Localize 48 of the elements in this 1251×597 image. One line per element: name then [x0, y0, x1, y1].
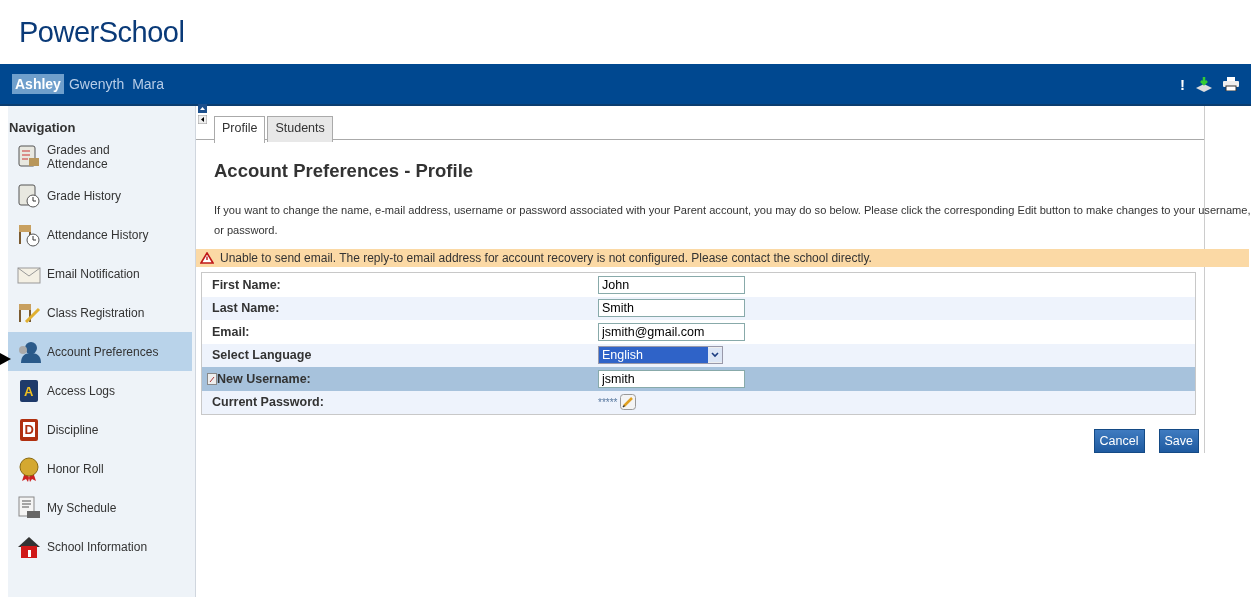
field-label: First Name:	[212, 277, 281, 292]
warning-text: Unable to send email. The reply-to email address for account recovery is not configured. Please contact the school directly.	[220, 251, 872, 265]
nav-item[interactable]: D Discipline	[8, 410, 192, 449]
nav-item[interactable]: My Schedule	[8, 488, 192, 527]
navigation-heading: Navigation	[9, 120, 77, 135]
schedule-icon	[16, 494, 42, 521]
printer-icon[interactable]	[1223, 77, 1239, 91]
nav-item[interactable]: Class Registration	[8, 293, 192, 332]
tab[interactable]: Students	[267, 116, 333, 142]
pencil-icon[interactable]	[620, 394, 637, 411]
field-label: Current Password:	[212, 395, 324, 410]
warning-icon	[200, 252, 214, 264]
powerschool-logo: PowerSchool	[19, 15, 185, 49]
clock-icon	[16, 182, 42, 209]
chevron-down-icon	[708, 348, 722, 363]
nav-item[interactable]: Email Notification	[8, 254, 192, 293]
nav-item[interactable]: Account Preferences	[8, 332, 192, 371]
language-dropdown[interactable]: English	[598, 346, 723, 365]
field-label: Email:	[212, 324, 250, 339]
action-button[interactable]: Save	[1158, 429, 1199, 453]
text-field[interactable]: jsmith	[598, 369, 745, 388]
pointer-arrow-icon	[0, 353, 11, 365]
nav-item[interactable]: Grades and Attendance	[8, 137, 192, 176]
tab[interactable]: Profile	[214, 116, 266, 143]
field-label: New Username:	[217, 371, 311, 386]
nav-item[interactable]: Attendance History	[8, 215, 192, 254]
nav-item[interactable]: School Information	[8, 527, 192, 566]
text-field[interactable]: jsmith@gmail.com	[598, 322, 745, 341]
student-tab[interactable]: Gwenyth	[65, 74, 128, 94]
collapse-up-icon[interactable]	[198, 104, 207, 113]
alert-icon[interactable]: !	[1180, 75, 1185, 93]
intro-text: If you want to change the name, e-mail address, username or password associated with your Parent account, you may do so below. Please click the corresponding Edit button to make changes to your username, or password.	[214, 203, 1251, 238]
book-icon	[16, 143, 42, 170]
text-field[interactable]: Smith	[598, 299, 745, 318]
collapse-left-icon[interactable]	[198, 115, 207, 124]
nav-item[interactable]: Grade History	[8, 176, 192, 215]
medal-icon	[16, 455, 42, 482]
edit-marker-icon	[207, 372, 217, 385]
field-label: Select Language	[212, 348, 312, 363]
action-button[interactable]: Cancel	[1093, 429, 1145, 453]
password-mask: *****	[598, 396, 618, 408]
nav-item[interactable]: A Access Logs	[8, 371, 192, 410]
nav-item[interactable]: Honor Roll	[8, 449, 192, 488]
student-tab[interactable]: Mara	[129, 74, 168, 94]
text-field[interactable]: John	[598, 275, 745, 294]
download-icon[interactable]	[1195, 76, 1213, 92]
page-heading: Account Preferences - Profile	[214, 160, 475, 182]
field-label: Last Name:	[212, 301, 280, 316]
